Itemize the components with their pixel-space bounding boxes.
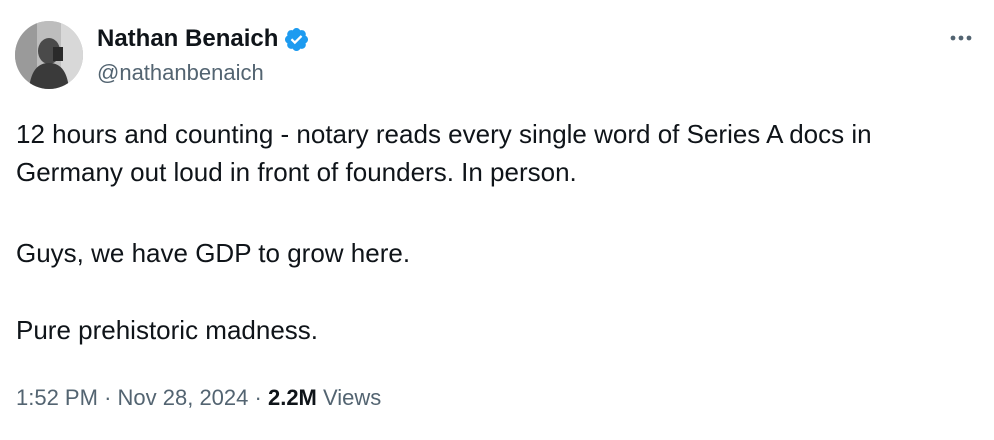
more-options-icon[interactable] — [944, 28, 978, 48]
avatar[interactable] — [15, 21, 83, 89]
tweet-time[interactable]: 1:52 PM — [16, 385, 98, 410]
tweet-paragraph: 12 hours and counting - notary reads eve… — [16, 119, 872, 187]
tweet-card: Nathan Benaich @nathanbenaich 12 hours a… — [0, 0, 994, 440]
meta-separator: · — [104, 385, 112, 410]
verified-badge-icon[interactable] — [283, 26, 310, 53]
views-count[interactable]: 2.2M — [268, 385, 317, 410]
tweet-metadata: 1:52 PM · Nov 28, 2024 · 2.2M Views — [16, 382, 381, 414]
views-label[interactable]: Views — [323, 385, 381, 410]
tweet-paragraph: Pure prehistoric madness. — [16, 315, 319, 345]
author-name[interactable]: Nathan Benaich — [97, 24, 278, 54]
tweet-date[interactable]: Nov 28, 2024 — [118, 385, 249, 410]
tweet-paragraph: Guys, we have GDP to grow here. — [16, 238, 411, 268]
author-handle[interactable]: @nathanbenaich — [97, 58, 264, 88]
author-name-row[interactable]: Nathan Benaich — [97, 24, 310, 54]
avatar-photo — [15, 21, 83, 89]
meta-separator: · — [254, 385, 262, 410]
